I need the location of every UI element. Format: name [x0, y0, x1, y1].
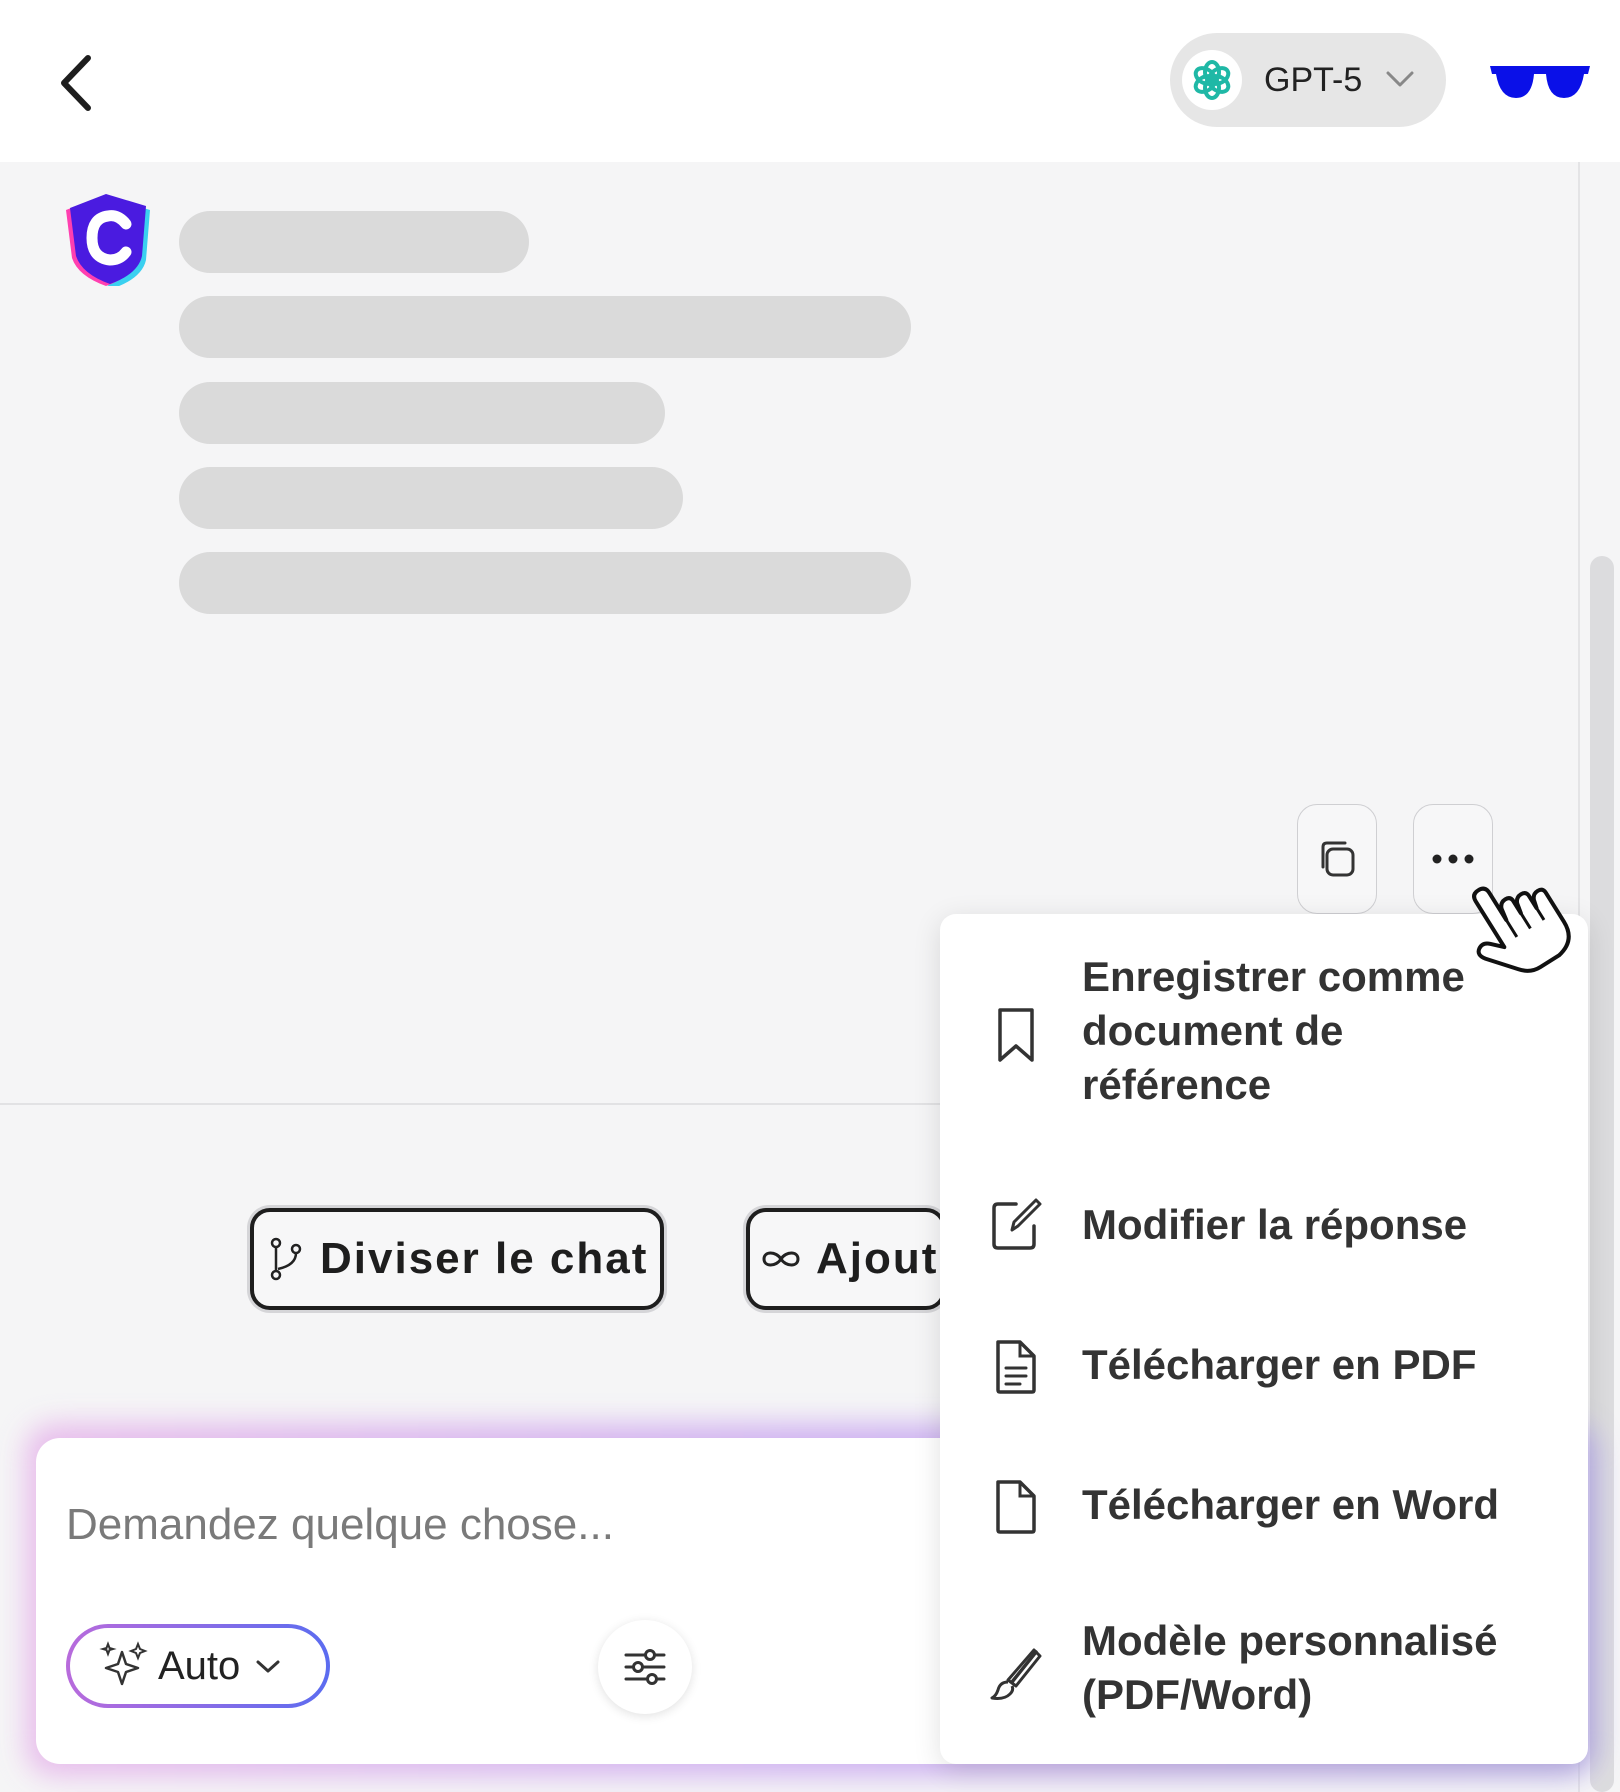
- copy-icon: [1321, 841, 1355, 877]
- infinity-icon: [762, 1251, 800, 1267]
- divider: [0, 1103, 940, 1105]
- skeleton-line: [179, 467, 683, 529]
- menu-item-edit-response[interactable]: Modifier la réponse: [940, 1194, 1588, 1264]
- skeleton-line: [179, 296, 911, 358]
- menu-item-label: Télécharger en Word: [1082, 1481, 1500, 1528]
- message-input[interactable]: Demandez quelque chose...: [66, 1500, 614, 1550]
- hand-pointer-cursor-icon: [1472, 886, 1571, 973]
- skeleton-line: [179, 552, 911, 614]
- menu-item-label: Modifier la réponse: [1082, 1201, 1468, 1248]
- brush-icon: [990, 1648, 1042, 1700]
- settings-button[interactable]: [598, 1620, 692, 1714]
- back-button[interactable]: [50, 50, 110, 116]
- more-horizontal-icon: [1432, 854, 1474, 864]
- add-label: Ajoute: [816, 1234, 942, 1283]
- model-name: GPT-5: [1264, 61, 1363, 99]
- chevron-down-icon: [256, 1660, 280, 1673]
- add-button[interactable]: Ajoute: [746, 1208, 946, 1310]
- mode-label: Auto: [158, 1643, 241, 1688]
- chevron-down-icon: [1386, 71, 1414, 87]
- menu-item-label: Modèle personnalisé (PDF/Word): [1082, 1617, 1498, 1718]
- bookmark-icon: [998, 1008, 1034, 1062]
- skeleton-line: [179, 211, 529, 273]
- sliders-icon: [624, 1649, 666, 1685]
- top-bar: GPT-5: [0, 0, 1620, 162]
- copy-button[interactable]: [1297, 804, 1377, 914]
- mode-selector[interactable]: Auto: [66, 1624, 330, 1708]
- menu-item-download-word[interactable]: Télécharger en Word: [940, 1474, 1588, 1544]
- edit-icon: [992, 1198, 1042, 1250]
- branch-icon: [270, 1237, 302, 1281]
- menu-item-custom-template[interactable]: Modèle personnalisé (PDF/Word): [940, 1614, 1588, 1734]
- split-chat-label: Diviser le chat: [320, 1234, 649, 1283]
- skeleton-line: [179, 382, 665, 444]
- sunglasses-icon[interactable]: [1488, 62, 1592, 102]
- chevron-left-icon: [61, 55, 91, 111]
- message-options-menu: Enregistrer comme document de référence …: [940, 914, 1588, 1764]
- menu-item-download-pdf[interactable]: Télécharger en PDF: [940, 1334, 1588, 1404]
- menu-item-label: Télécharger en PDF: [1082, 1341, 1477, 1388]
- sparkles-icon: [99, 1641, 148, 1686]
- openai-logo-icon: [1182, 50, 1242, 110]
- split-chat-button[interactable]: Diviser le chat: [250, 1208, 664, 1310]
- assistant-avatar: [66, 194, 150, 286]
- file-text-icon: [996, 1340, 1036, 1394]
- file-icon: [996, 1480, 1036, 1534]
- model-selector[interactable]: GPT-5: [1170, 33, 1446, 127]
